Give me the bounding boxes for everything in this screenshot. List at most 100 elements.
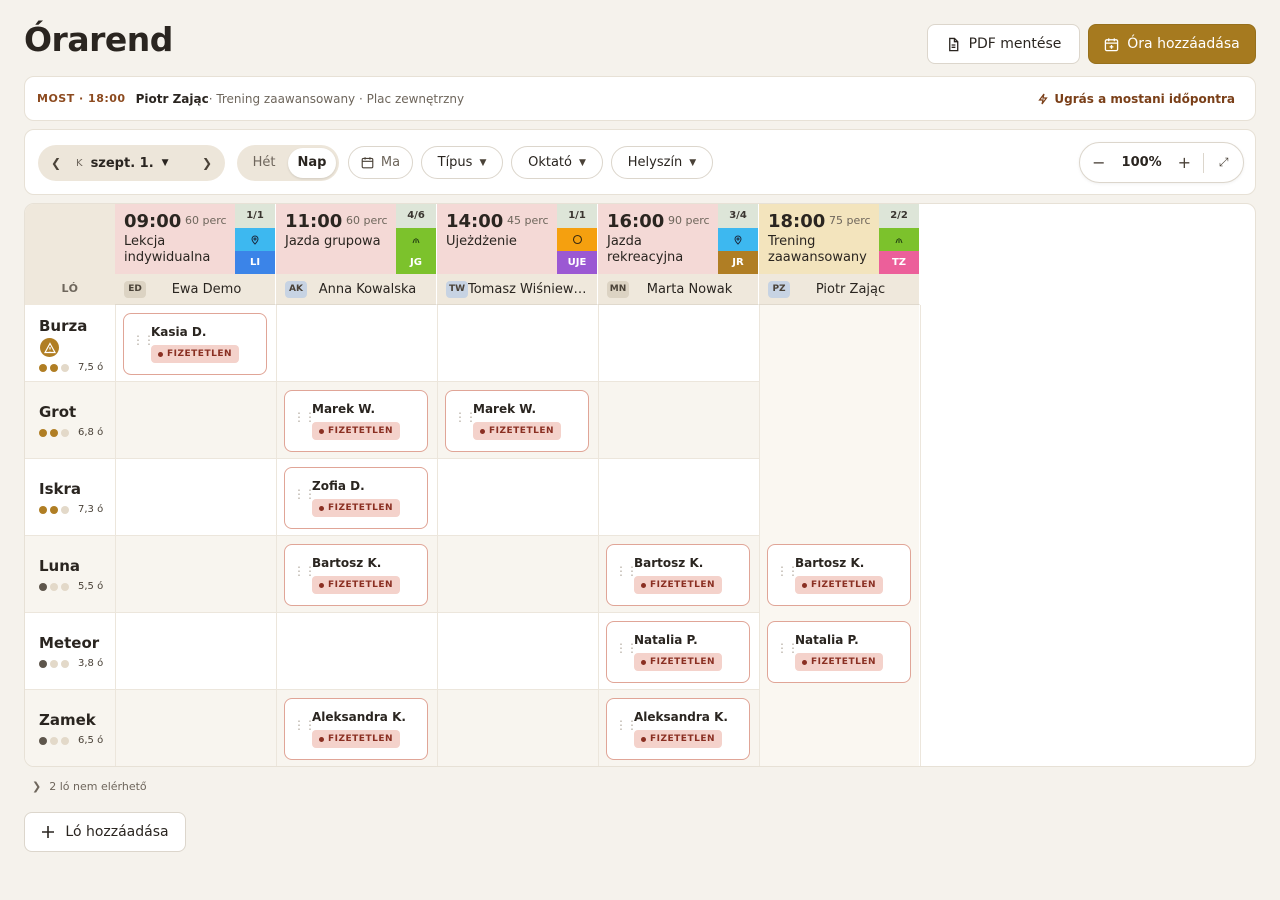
booking-card[interactable]: ⋮⋮ Kasia D. FIZETETLEN — [123, 313, 267, 375]
status-dot — [802, 582, 807, 588]
rider-name: Kasia D. — [151, 325, 207, 339]
booking-card[interactable]: ⋮⋮ Marek W. FIZETETLEN — [445, 390, 589, 452]
zoom-control: − 100% + ⤢ — [1079, 142, 1244, 183]
lesson-time: 09:00 — [124, 211, 182, 232]
horse-name[interactable]: Burza — [39, 317, 87, 335]
status-dot — [319, 505, 324, 511]
circle-icon — [557, 228, 597, 251]
payment-status-label: FIZETETLEN — [328, 503, 394, 513]
drag-handle-icon[interactable]: ⋮⋮ — [293, 488, 316, 500]
now-tag: MOST · 18:00 — [37, 92, 126, 105]
level-dot — [39, 428, 47, 437]
horse-hours: 3,8 ó — [78, 658, 104, 669]
column-divider — [920, 305, 921, 766]
payment-status-badge: FIZETETLEN — [634, 730, 723, 748]
horse-name[interactable]: Iskra — [39, 480, 81, 498]
day-abbr: K — [76, 157, 83, 169]
rider-name: Marek W. — [473, 402, 537, 416]
booking-card[interactable]: ⋮⋮ Bartosz K. FIZETETLEN — [767, 544, 911, 606]
status-dot — [158, 351, 163, 357]
level-dot — [50, 363, 58, 372]
booking-card[interactable]: ⋮⋮ Aleksandra K. FIZETETLEN — [606, 698, 750, 760]
drag-handle-icon[interactable]: ⋮⋮ — [293, 565, 316, 577]
status-dot — [641, 659, 646, 665]
status-dot — [480, 428, 485, 434]
horse-column-header: LÓ — [25, 204, 115, 305]
payment-status-label: FIZETETLEN — [328, 734, 394, 744]
booking-card[interactable]: ⋮⋮ Aleksandra K. FIZETETLEN — [284, 698, 428, 760]
chevron-down-icon: ▼ — [479, 157, 487, 168]
drag-handle-icon[interactable]: ⋮⋮ — [776, 642, 799, 654]
chevron-left-icon[interactable]: ❮ — [38, 156, 74, 170]
level-dot — [61, 428, 69, 437]
booking-card[interactable]: ⋮⋮ Marek W. FIZETETLEN — [284, 390, 428, 452]
horse-hours: 6,5 ó — [78, 735, 104, 746]
view-week-tab[interactable]: Hét — [240, 148, 288, 178]
level-dot — [61, 659, 69, 668]
grass-icon — [396, 228, 436, 251]
today-button[interactable]: Ma — [348, 146, 413, 179]
warning-icon — [40, 338, 59, 357]
payment-status-badge: FIZETETLEN — [795, 576, 884, 594]
zoom-out-icon[interactable]: − — [1080, 153, 1118, 172]
booking-card[interactable]: ⋮⋮ Zofia D. FIZETETLEN — [284, 467, 428, 529]
booking-card[interactable]: ⋮⋮ Natalia P. FIZETETLEN — [606, 621, 750, 683]
type-filter[interactable]: Típus ▼ — [421, 146, 503, 179]
column-divider — [115, 305, 116, 766]
horse-name[interactable]: Meteor — [39, 634, 99, 652]
drag-handle-icon[interactable]: ⋮⋮ — [293, 411, 316, 423]
view-day-tab[interactable]: Nap — [288, 148, 336, 178]
horse-name[interactable]: Zamek — [39, 711, 96, 729]
drag-handle-icon[interactable]: ⋮⋮ — [293, 719, 316, 731]
lesson-header[interactable]: 16:00 90 perc Jazda rekreacyjna 3/4 JR — [598, 204, 759, 274]
status-dot — [641, 582, 646, 588]
lesson-header[interactable]: 14:00 45 perc Ujeżdżenie 1/1 UJE — [437, 204, 598, 274]
jump-to-now-link[interactable]: Ugrás a mostani időpontra — [1037, 92, 1235, 106]
drag-handle-icon[interactable]: ⋮⋮ — [615, 565, 638, 577]
unavailable-horses-toggle[interactable]: ❯ 2 ló nem elérhető — [32, 780, 147, 793]
location-filter[interactable]: Helyszín ▼ — [611, 146, 713, 179]
instructor-initials: ED — [124, 280, 146, 298]
lesson-header[interactable]: 18:00 75 perc Trening zaawansowany 2/2 TZ — [759, 204, 920, 274]
horse-name[interactable]: Luna — [39, 557, 80, 575]
add-horse-label: Ló hozzáadása — [65, 824, 169, 840]
add-horse-button[interactable]: Ló hozzáadása — [24, 812, 186, 852]
payment-status-badge: FIZETETLEN — [634, 653, 723, 671]
chevron-right-icon: ❯ — [32, 780, 42, 793]
expand-icon[interactable]: ⤢ — [1204, 155, 1243, 170]
horse-meta: 7,5 ó — [39, 362, 103, 373]
payment-status-badge: FIZETETLEN — [312, 576, 401, 594]
booking-card[interactable]: ⋮⋮ Bartosz K. FIZETETLEN — [606, 544, 750, 606]
chevron-down-icon[interactable]: ▼ — [162, 158, 169, 168]
payment-status-badge: FIZETETLEN — [795, 653, 884, 671]
status-dot — [319, 582, 324, 588]
rider-name: Bartosz K. — [795, 556, 865, 570]
add-lesson-button[interactable]: Óra hozzáadása — [1088, 24, 1256, 64]
instructor-filter[interactable]: Oktató ▼ — [511, 146, 603, 179]
save-pdf-button[interactable]: PDF mentése — [927, 24, 1080, 64]
drag-handle-icon[interactable]: ⋮⋮ — [454, 411, 477, 423]
booking-card[interactable]: ⋮⋮ Natalia P. FIZETETLEN — [767, 621, 911, 683]
zoom-in-icon[interactable]: + — [1165, 153, 1203, 172]
add-lesson-label: Óra hozzáadása — [1127, 36, 1240, 52]
date-picker[interactable]: szept. 1. — [91, 156, 154, 171]
lesson-capacity: 2/2 — [879, 204, 919, 228]
booking-card[interactable]: ⋮⋮ Bartosz K. FIZETETLEN — [284, 544, 428, 606]
drag-handle-icon[interactable]: ⋮⋮ — [615, 719, 638, 731]
lesson-header[interactable]: 09:00 60 perc Lekcja indywidualna 1/1 LI — [115, 204, 276, 274]
date-navigator: ❮ K szept. 1. ▼ ❯ — [38, 145, 225, 181]
lesson-side-info: 2/2 TZ — [879, 204, 919, 274]
rider-name: Zofia D. — [312, 479, 365, 493]
lesson-duration: 60 perc — [185, 214, 227, 227]
drag-handle-icon[interactable]: ⋮⋮ — [132, 334, 155, 346]
lesson-time: 14:00 — [446, 211, 504, 232]
payment-status-label: FIZETETLEN — [328, 580, 394, 590]
drag-handle-icon[interactable]: ⋮⋮ — [776, 565, 799, 577]
horse-name[interactable]: Grot — [39, 403, 76, 421]
lesson-code: JG — [396, 251, 436, 274]
drag-handle-icon[interactable]: ⋮⋮ — [615, 642, 638, 654]
lesson-name: Ujeżdżenie — [446, 234, 517, 249]
lesson-capacity: 1/1 — [557, 204, 597, 228]
chevron-right-icon[interactable]: ❯ — [189, 156, 225, 170]
lesson-header[interactable]: 11:00 60 perc Jazda grupowa 4/6 JG — [276, 204, 437, 274]
